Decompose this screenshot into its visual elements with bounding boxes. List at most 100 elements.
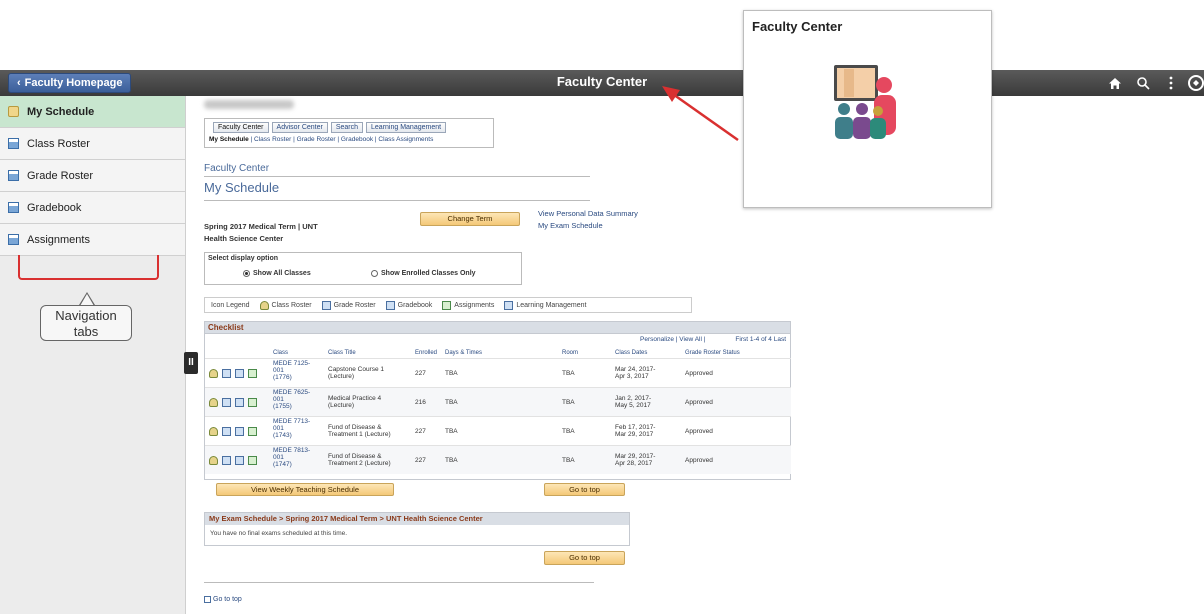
- link-my-schedule[interactable]: My Schedule: [209, 136, 249, 143]
- section-label: Faculty Center: [204, 163, 270, 174]
- column-header-room[interactable]: Room: [562, 350, 578, 356]
- grade-roster-icon[interactable]: [222, 398, 231, 407]
- grade-roster-status: Approved: [685, 399, 713, 406]
- more-vertical-icon[interactable]: [1160, 72, 1182, 94]
- sidebar-item-grade-roster[interactable]: Grade Roster: [0, 160, 185, 192]
- personalize-link[interactable]: Personalize | View All |: [640, 336, 705, 343]
- view-personal-data-link[interactable]: View Personal Data Summary: [538, 208, 638, 220]
- sidebar-item-class-roster[interactable]: Class Roster: [0, 128, 185, 160]
- date-line: Apr 3, 2017: [615, 373, 649, 380]
- grade-roster-icon[interactable]: [222, 456, 231, 465]
- gradebook-icon[interactable]: [235, 456, 244, 465]
- callout-line-1: Navigation: [55, 308, 117, 323]
- class-dates: Jan 2, 2017- May 5, 2017: [615, 395, 651, 409]
- tab-advisor-center[interactable]: Advisor Center: [271, 122, 328, 133]
- navbar-icon[interactable]: [1188, 75, 1204, 91]
- tab-search[interactable]: Search: [330, 122, 364, 133]
- legend-grade-roster: Grade Roster: [321, 300, 376, 310]
- link-grade-roster[interactable]: Grade Roster: [297, 136, 336, 143]
- gradebook-icon: [8, 202, 19, 213]
- change-term-button[interactable]: Change Term: [420, 212, 520, 226]
- column-header-enrolled[interactable]: Enrolled: [415, 350, 437, 356]
- view-weekly-schedule-button[interactable]: View Weekly Teaching Schedule: [216, 483, 394, 496]
- class-link[interactable]: MEDE 7813- 001 (1747): [273, 447, 310, 468]
- grid-pagination[interactable]: First 1-4 of 4 Last: [735, 336, 786, 343]
- column-header-days-times[interactable]: Days & Times: [445, 350, 482, 356]
- class-roster-icon[interactable]: [209, 427, 218, 436]
- days-times: TBA: [445, 428, 458, 435]
- home-icon[interactable]: [1104, 72, 1126, 94]
- tab-learning-management[interactable]: Learning Management: [366, 122, 447, 133]
- class-roster-icon[interactable]: [209, 456, 218, 465]
- date-line: Mar 29, 2017: [615, 431, 654, 438]
- exam-go-to-top-button[interactable]: Go to top: [544, 551, 625, 565]
- schedule-title: My Schedule: [204, 180, 280, 195]
- faculty-people-icon: [834, 65, 896, 139]
- assignments-icon[interactable]: [248, 427, 257, 436]
- assignments-icon[interactable]: [248, 398, 257, 407]
- class-title: Fund of Disease & Treatment 1 (Lecture): [328, 424, 391, 438]
- bottom-go-to-top-link[interactable]: Go to top: [204, 596, 242, 603]
- bottom-go-to-top-label: Go to top: [213, 596, 242, 603]
- days-times: TBA: [445, 457, 458, 464]
- column-header-grade-roster-status[interactable]: Grade Roster Status: [685, 350, 740, 356]
- gradebook-icon[interactable]: [235, 427, 244, 436]
- days-times: TBA: [445, 370, 458, 377]
- title-line: Fund of Disease &: [328, 453, 382, 460]
- column-header-class[interactable]: Class: [273, 350, 288, 356]
- class-link[interactable]: MEDE 7125- 001 (1776): [273, 360, 310, 381]
- link-gradebook[interactable]: Gradebook: [341, 136, 373, 143]
- class-roster-icon[interactable]: [209, 398, 218, 407]
- gradebook-icon[interactable]: [235, 369, 244, 378]
- class-roster-icon: [259, 300, 269, 310]
- faculty-center-tile[interactable]: Faculty Center: [743, 10, 992, 208]
- grade-roster-icon[interactable]: [222, 369, 231, 378]
- sidebar-item-label: Class Roster: [27, 137, 90, 150]
- display-option-title: Select display option: [208, 255, 279, 262]
- gradebook-icon[interactable]: [235, 398, 244, 407]
- legend-gradebook: Gradebook: [385, 300, 432, 310]
- link-class-roster[interactable]: Class Roster: [254, 136, 291, 143]
- top-icon-group: [1104, 72, 1204, 94]
- collapse-sidebar-handle[interactable]: II: [184, 352, 198, 374]
- date-line: Mar 29, 2017-: [615, 453, 656, 460]
- grade-roster-icon[interactable]: [222, 427, 231, 436]
- divider: [204, 200, 590, 201]
- sub-links: My Schedule | Class Roster | Grade Roste…: [209, 136, 434, 143]
- tab-faculty-center[interactable]: Faculty Center: [213, 122, 269, 133]
- term-line-2: Health Science Center: [204, 234, 284, 243]
- row-action-icons: [209, 456, 257, 465]
- sidebar-item-gradebook[interactable]: Gradebook: [0, 192, 185, 224]
- exam-schedule-header: My Exam Schedule > Spring 2017 Medical T…: [205, 513, 629, 525]
- radio-show-enrolled[interactable]: Show Enrolled Classes Only: [371, 270, 476, 277]
- title-line: Fund of Disease &: [328, 424, 382, 431]
- class-dates: Mar 29, 2017- Apr 28, 2017: [615, 453, 655, 467]
- sidebar-item-assignments[interactable]: Assignments: [0, 224, 185, 256]
- screen: ‹ Faculty Homepage Faculty Center My Sch…: [0, 0, 1204, 614]
- class-roster-icon[interactable]: [209, 369, 218, 378]
- row-action-icons: [209, 369, 257, 378]
- assignments-icon[interactable]: [248, 369, 257, 378]
- enrolled-count: 227: [415, 370, 426, 377]
- my-exam-schedule-link[interactable]: My Exam Schedule: [538, 220, 638, 232]
- radio-show-all[interactable]: Show All Classes: [243, 270, 311, 277]
- title-line: Treatment 2 (Lecture): [328, 460, 391, 467]
- title-line: (Lecture): [328, 402, 355, 409]
- link-class-assignments[interactable]: Class Assignments: [378, 136, 433, 143]
- search-icon[interactable]: [1132, 72, 1154, 94]
- exam-schedule-message: You have no final exams scheduled at thi…: [210, 530, 348, 537]
- sidebar-item-my-schedule[interactable]: My Schedule: [0, 96, 185, 128]
- class-link[interactable]: MEDE 7713- 001 (1743): [273, 418, 310, 439]
- class-number: (1776): [273, 374, 292, 381]
- room: TBA: [562, 428, 575, 435]
- column-header-class-title[interactable]: Class Title: [328, 350, 356, 356]
- date-line: Jan 2, 2017-: [615, 395, 652, 402]
- go-to-top-button[interactable]: Go to top: [544, 483, 625, 496]
- assignments-icon[interactable]: [248, 456, 257, 465]
- go-to-top-icon: [204, 596, 211, 603]
- column-header-class-dates[interactable]: Class Dates: [615, 350, 647, 356]
- class-link[interactable]: MEDE 7625- 001 (1755): [273, 389, 310, 410]
- navigation-highlight-box: [18, 255, 159, 280]
- class-number: (1755): [273, 403, 292, 410]
- class-code: MEDE 7813-: [273, 447, 311, 454]
